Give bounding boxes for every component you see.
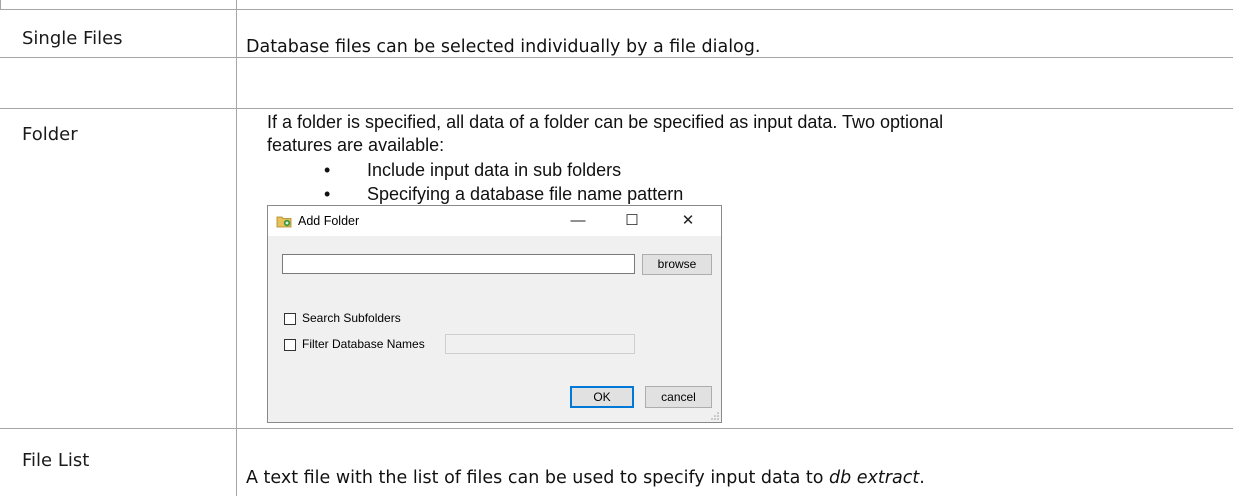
table-border-top (0, 9, 1233, 10)
add-folder-dialog: Add Folder — ☐ ✕ browse Search Subfolder… (267, 205, 722, 423)
table-row-divider (0, 108, 1233, 109)
feature-item-label: Specifying a database file name pattern (367, 184, 684, 204)
table-left-border (0, 0, 1, 10)
search-subfolders-checkbox[interactable] (284, 313, 296, 325)
table-row-divider (0, 57, 1233, 58)
filter-pattern-input[interactable] (445, 334, 635, 354)
table-row-divider (0, 428, 1233, 429)
dialog-title: Add Folder (298, 214, 360, 228)
row-label-folder: Folder (22, 124, 78, 145)
file-list-description-text: A text file with the list of files can b… (246, 468, 830, 488)
row-label-single-files: Single Files (22, 28, 123, 49)
row-description-folder-line1: If a folder is specified, all data of a … (267, 112, 944, 132)
close-button[interactable]: ✕ (668, 209, 708, 233)
filter-database-names-checkbox[interactable] (284, 339, 296, 351)
maximize-button[interactable]: ☐ (612, 209, 652, 233)
cancel-button[interactable]: cancel (645, 386, 712, 408)
folder-add-icon (276, 216, 292, 228)
minimize-button[interactable]: — (558, 209, 598, 233)
row-description-file-list: A text file with the list of files can b… (246, 468, 925, 488)
list-item: • Specifying a database file name pattern (324, 184, 684, 204)
dialog-titlebar: Add Folder — ☐ ✕ (268, 206, 721, 236)
filter-database-names-label: Filter Database Names (302, 337, 425, 351)
row-description-folder-line2: features are available: (267, 135, 445, 155)
resize-grip-icon[interactable] (711, 412, 719, 420)
row-description-single-files: Database files can be selected individua… (246, 37, 761, 57)
feature-list: • Include input data in sub folders • Spec… (324, 158, 684, 206)
folder-path-input[interactable] (282, 254, 635, 274)
search-subfolders-label: Search Subfolders (302, 311, 401, 325)
feature-item-label: Include input data in sub folders (367, 160, 622, 180)
product-name: db extract (829, 468, 920, 488)
row-label-file-list: File List (22, 450, 90, 471)
table-column-divider (236, 0, 237, 496)
ok-button[interactable]: OK (570, 386, 634, 408)
list-item: • Include input data in sub folders (324, 160, 622, 180)
file-list-description-end: . (919, 468, 925, 488)
browse-button[interactable]: browse (642, 254, 712, 275)
